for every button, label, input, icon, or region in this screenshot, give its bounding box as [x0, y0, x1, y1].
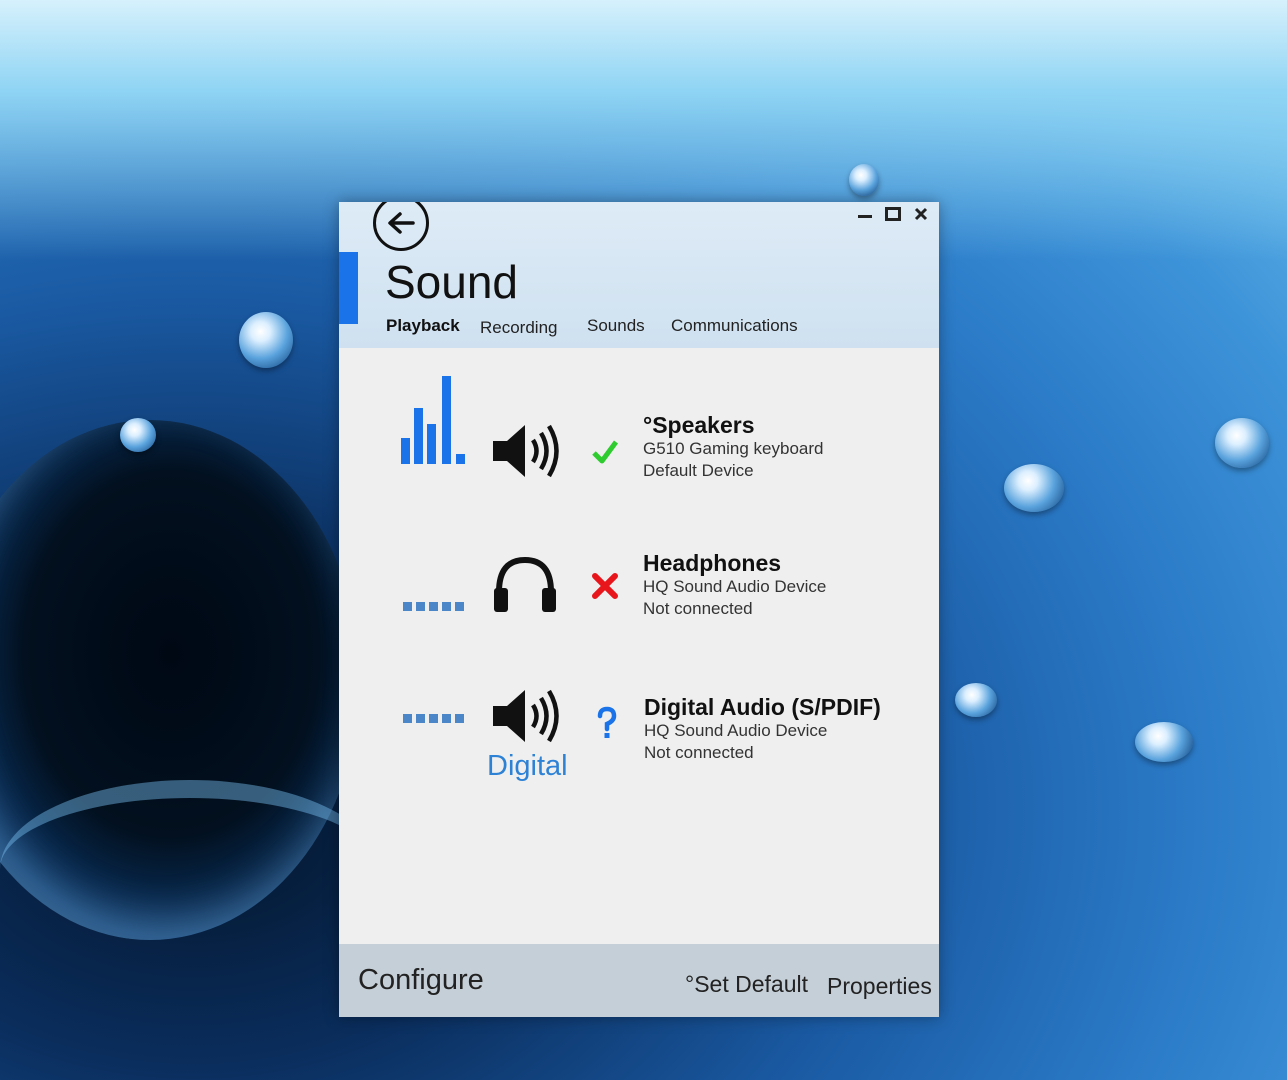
device-name: °Speakers [643, 412, 755, 438]
check-icon [592, 440, 619, 464]
maximize-button[interactable] [883, 204, 903, 224]
device-speakers[interactable]: °Speakers G510 Gaming keyboard Default D… [339, 368, 939, 488]
page-title: Sound [385, 256, 519, 308]
speaker-icon [493, 689, 559, 743]
close-icon [914, 207, 928, 221]
tab-sounds[interactable]: Sounds [587, 316, 645, 336]
tab-recording[interactable]: Recording [480, 318, 558, 338]
device-status: Not connected [644, 743, 754, 762]
volume-level-meter [401, 376, 465, 464]
sound-window: Sound Playback Recording Sounds Communic… [339, 202, 939, 1017]
device-description: HQ Sound Audio Device [643, 577, 827, 596]
device-headphones[interactable]: Headphones HQ Sound Audio Device Not con… [339, 544, 939, 664]
minimize-button[interactable] [855, 204, 875, 224]
device-info: Headphones HQ Sound Audio Device Not con… [643, 550, 826, 620]
water-drop [955, 683, 997, 717]
x-icon [592, 573, 618, 599]
water-drop [1135, 722, 1193, 762]
water-drop [1215, 418, 1269, 468]
water-drop [239, 312, 293, 368]
properties-button[interactable]: Properties [827, 973, 932, 1000]
configure-button[interactable]: Configure [358, 964, 484, 997]
device-name: Headphones [643, 550, 782, 576]
speaker-icon [493, 424, 559, 478]
digital-label: Digital [487, 750, 568, 782]
device-info: Digital Audio (S/PDIF) HQ Sound Audio De… [644, 694, 881, 764]
arrow-left-icon [388, 212, 415, 234]
device-description: HQ Sound Audio Device [644, 721, 828, 740]
device-list: °Speakers G510 Gaming keyboard Default D… [339, 348, 939, 944]
device-status: Not connected [643, 599, 753, 618]
back-button[interactable] [373, 202, 429, 251]
window-header: Sound Playback Recording Sounds Communic… [339, 202, 939, 348]
device-status: Default Device [643, 461, 754, 480]
footer-bar: Configure °Set Default Properties [339, 944, 939, 1017]
water-drop [849, 164, 879, 196]
accent-bar [339, 252, 358, 324]
wallpaper-ripple [0, 780, 380, 958]
tab-playback[interactable]: Playback [386, 316, 460, 336]
volume-level-inactive [403, 602, 464, 611]
volume-level-inactive [403, 714, 464, 723]
window-controls [855, 204, 931, 224]
tab-communications[interactable]: Communications [671, 316, 798, 336]
water-drop [1004, 464, 1064, 512]
device-description: G510 Gaming keyboard [643, 439, 824, 458]
question-icon [597, 706, 617, 738]
close-button[interactable] [911, 204, 931, 224]
device-info: °Speakers G510 Gaming keyboard Default D… [643, 412, 824, 482]
headphones-icon [494, 556, 556, 612]
set-default-button[interactable]: °Set Default [685, 971, 808, 998]
maximize-icon [885, 207, 901, 221]
minimize-icon [858, 215, 872, 218]
device-digital-audio[interactable]: Digital Audio (S/PDIF) HQ Sound Audio De… [339, 682, 939, 822]
device-name: Digital Audio (S/PDIF) [644, 694, 881, 720]
water-drop [120, 418, 156, 452]
